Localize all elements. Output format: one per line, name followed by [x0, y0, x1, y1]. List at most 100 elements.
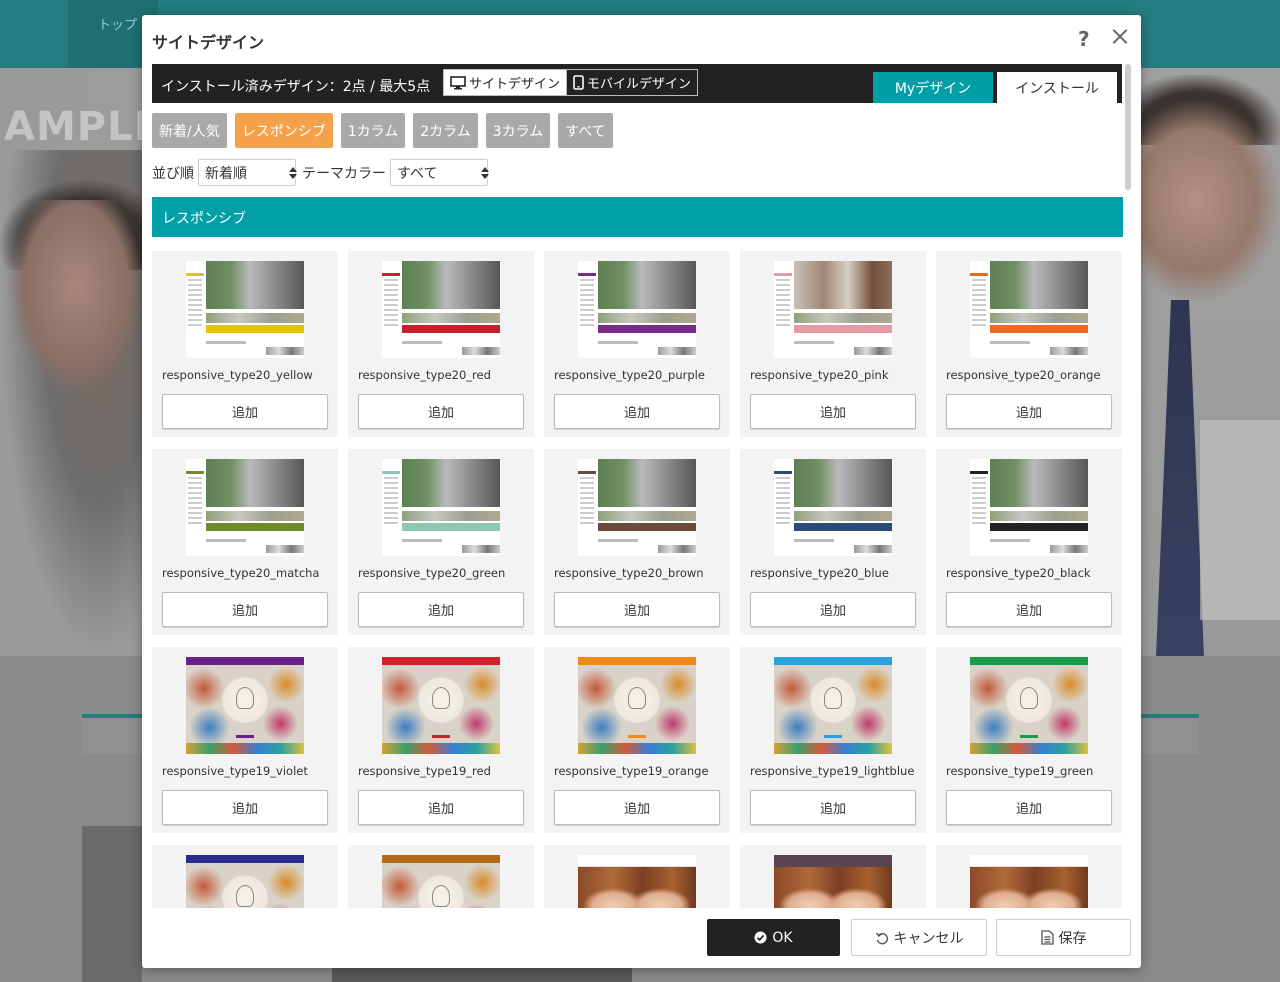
design-name: responsive_type20_orange [946, 368, 1101, 382]
add-design-button[interactable]: 追加 [946, 394, 1112, 429]
design-card: 追加 [348, 845, 534, 908]
ok-button[interactable]: OK [707, 919, 840, 956]
add-design-button[interactable]: 追加 [358, 394, 524, 429]
design-name: responsive_type20_brown [554, 566, 704, 580]
design-card: 追加 [936, 845, 1122, 908]
background-person-right-face [1141, 100, 1280, 300]
design-card: responsive_type20_blue 追加 [740, 449, 926, 635]
category-button[interactable]: 新着/人気 [152, 113, 227, 148]
undo-icon [875, 932, 888, 944]
category-button[interactable]: 2カラム [413, 113, 478, 148]
add-design-button[interactable]: 追加 [750, 592, 916, 627]
design-thumbnail [186, 855, 304, 908]
design-card: responsive_type20_matcha 追加 [152, 449, 338, 635]
design-thumbnail [774, 459, 892, 556]
add-design-button[interactable]: 追加 [946, 790, 1112, 825]
sort-label: 並び順 [152, 165, 194, 182]
dialog-title: サイトデザイン [152, 33, 265, 52]
design-thumbnail [186, 261, 304, 358]
design-grid: responsive_type20_yellow 追加 responsive_typ… [152, 251, 1123, 908]
help-icon[interactable]: ? [1078, 27, 1090, 51]
save-label: 保存 [1058, 930, 1087, 947]
add-design-button[interactable]: 追加 [554, 592, 720, 627]
background-person-left-face [10, 200, 142, 390]
design-thumbnail [382, 261, 500, 358]
design-thumbnail [774, 855, 892, 908]
design-thumbnail [970, 855, 1088, 908]
site-design-toggle[interactable]: サイトデザイン [444, 70, 567, 95]
background-hero-text: AMPLE [4, 104, 162, 150]
dialog-scrollbar[interactable] [1125, 64, 1131, 190]
add-design-button[interactable]: 追加 [946, 592, 1112, 627]
sort-select[interactable]: 新着順 [198, 159, 297, 186]
design-name: responsive_type19_orange [554, 764, 709, 778]
design-name: responsive_type20_pink [750, 368, 889, 382]
cancel-label: キャンセル [893, 930, 964, 947]
add-design-button[interactable]: 追加 [162, 790, 328, 825]
category-button[interactable]: 3カラム [485, 113, 551, 148]
add-design-button[interactable]: 追加 [554, 790, 720, 825]
design-card: responsive_type20_purple 追加 [544, 251, 730, 437]
design-card: 追加 [152, 845, 338, 908]
design-card: 追加 [544, 845, 730, 908]
design-name: responsive_type20_purple [554, 368, 705, 382]
filter-row: 並び順 新着順 テーマカラー すべて [152, 159, 489, 186]
design-name: responsive_type19_red [358, 764, 491, 778]
design-card: responsive_type20_pink 追加 [740, 251, 926, 437]
background-block [82, 718, 142, 754]
design-thumbnail [970, 459, 1088, 556]
design-name: responsive_type19_violet [162, 764, 308, 778]
add-design-button[interactable]: 追加 [554, 394, 720, 429]
category-button[interactable]: 1カラム [340, 113, 406, 148]
design-card: responsive_type20_black 追加 [936, 449, 1122, 635]
add-design-button[interactable]: 追加 [358, 790, 524, 825]
installed-count-text: インストール済みデザイン：2点 / 最大5点 [161, 79, 431, 95]
document-icon [1040, 930, 1054, 945]
ok-label: OK [772, 929, 793, 946]
design-card: responsive_type19_red 追加 [348, 647, 534, 833]
theme-color-select[interactable]: すべて [390, 159, 489, 186]
smartphone-icon [573, 75, 584, 90]
design-thumbnail [382, 657, 500, 754]
check-circle-icon [754, 931, 767, 944]
design-name: responsive_type20_yellow [162, 368, 313, 382]
mobile-design-label: モバイルデザイン [587, 77, 692, 92]
design-type-toggle: サイトデザイン モバイルデザイン [443, 69, 699, 96]
design-thumbnail [578, 459, 696, 556]
design-name: responsive_type20_green [358, 566, 506, 580]
add-design-button[interactable]: 追加 [162, 394, 328, 429]
close-icon[interactable] [1108, 25, 1132, 49]
section-header: レスポンシブ [152, 197, 1123, 237]
add-design-button[interactable]: 追加 [750, 394, 916, 429]
design-thumbnail [186, 459, 304, 556]
category-button[interactable]: すべて [558, 113, 613, 148]
design-thumbnail [774, 657, 892, 754]
tab-install[interactable]: インストール [997, 72, 1117, 103]
sort-select-value: 新着順 [205, 165, 247, 182]
category-filter-buttons: 新着/人気 レスポンシブ 1カラム 2カラム 3カラム すべて [152, 113, 621, 148]
design-name: responsive_type20_blue [750, 566, 889, 580]
design-thumbnail [578, 657, 696, 754]
design-card: responsive_type19_orange 追加 [544, 647, 730, 833]
design-card: responsive_type20_yellow 追加 [152, 251, 338, 437]
design-name: responsive_type19_lightblue [750, 764, 915, 778]
design-name: responsive_type19_green [946, 764, 1094, 778]
design-card: responsive_type20_green 追加 [348, 449, 534, 635]
design-card: responsive_type20_brown 追加 [544, 449, 730, 635]
save-button[interactable]: 保存 [996, 919, 1131, 956]
cancel-button[interactable]: キャンセル [851, 919, 987, 956]
tab-my-design[interactable]: Myデザイン [873, 72, 993, 103]
background-block [332, 966, 632, 982]
design-name: responsive_type20_matcha [162, 566, 320, 580]
category-button[interactable]: レスポンシブ [234, 113, 333, 148]
add-design-button[interactable]: 追加 [358, 592, 524, 627]
design-thumbnail [186, 657, 304, 754]
background-laptop [1200, 420, 1280, 620]
design-thumbnail [578, 855, 696, 908]
monitor-icon [450, 75, 466, 89]
add-design-button[interactable]: 追加 [162, 592, 328, 627]
site-design-label: サイトデザイン [469, 77, 561, 92]
design-name: responsive_type20_red [358, 368, 491, 382]
mobile-design-toggle[interactable]: モバイルデザイン [566, 70, 698, 95]
add-design-button[interactable]: 追加 [750, 790, 916, 825]
